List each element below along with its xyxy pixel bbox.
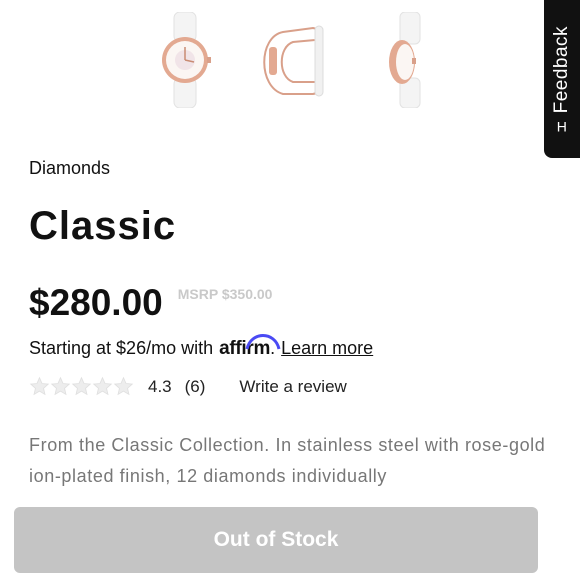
- product-thumbnail-gallery: [0, 0, 580, 120]
- rating-value: 4.3: [148, 376, 172, 396]
- product-title: Classic: [29, 204, 177, 248]
- thumbnail-front[interactable]: [140, 12, 230, 108]
- financing-prefix: Starting at $26/mo with: [29, 338, 214, 358]
- star-icon: [29, 376, 50, 396]
- msrp-price: MSRP $350.00: [177, 286, 273, 302]
- price-row: $280.00 MSRP $350.00: [29, 282, 272, 324]
- thumbnail-angle[interactable]: [360, 12, 450, 108]
- product-price: $280.00: [29, 282, 163, 323]
- watch-front-icon: [162, 12, 211, 108]
- rating-count[interactable]: (6): [185, 377, 206, 397]
- financing-message: Starting at $26/mo with affirm . Learn m…: [29, 334, 373, 360]
- learn-more-link[interactable]: Learn more: [281, 338, 373, 359]
- star-icon: [50, 376, 71, 396]
- star-icon: [113, 376, 134, 396]
- thumbnail-side[interactable]: [253, 12, 343, 108]
- star-icon: [92, 376, 113, 396]
- product-category[interactable]: Diamonds: [29, 158, 110, 179]
- affirm-arc-icon: [245, 334, 281, 350]
- affirm-logo: affirm: [219, 334, 281, 360]
- rating-row: 4.3 (6) Write a review: [29, 376, 347, 397]
- watch-angle-icon: [389, 12, 421, 108]
- out-of-stock-button[interactable]: Out of Stock: [14, 507, 538, 573]
- h-icon: H: [556, 118, 568, 135]
- feedback-tab[interactable]: H Feedback: [544, 0, 580, 158]
- feedback-label: Feedback: [551, 25, 573, 114]
- watch-side-icon: [263, 25, 324, 97]
- star-icon: [71, 376, 92, 396]
- product-description: From the Classic Collection. In stainles…: [29, 435, 546, 486]
- write-review-link[interactable]: Write a review: [239, 377, 346, 397]
- rating-stars[interactable]: [29, 376, 134, 397]
